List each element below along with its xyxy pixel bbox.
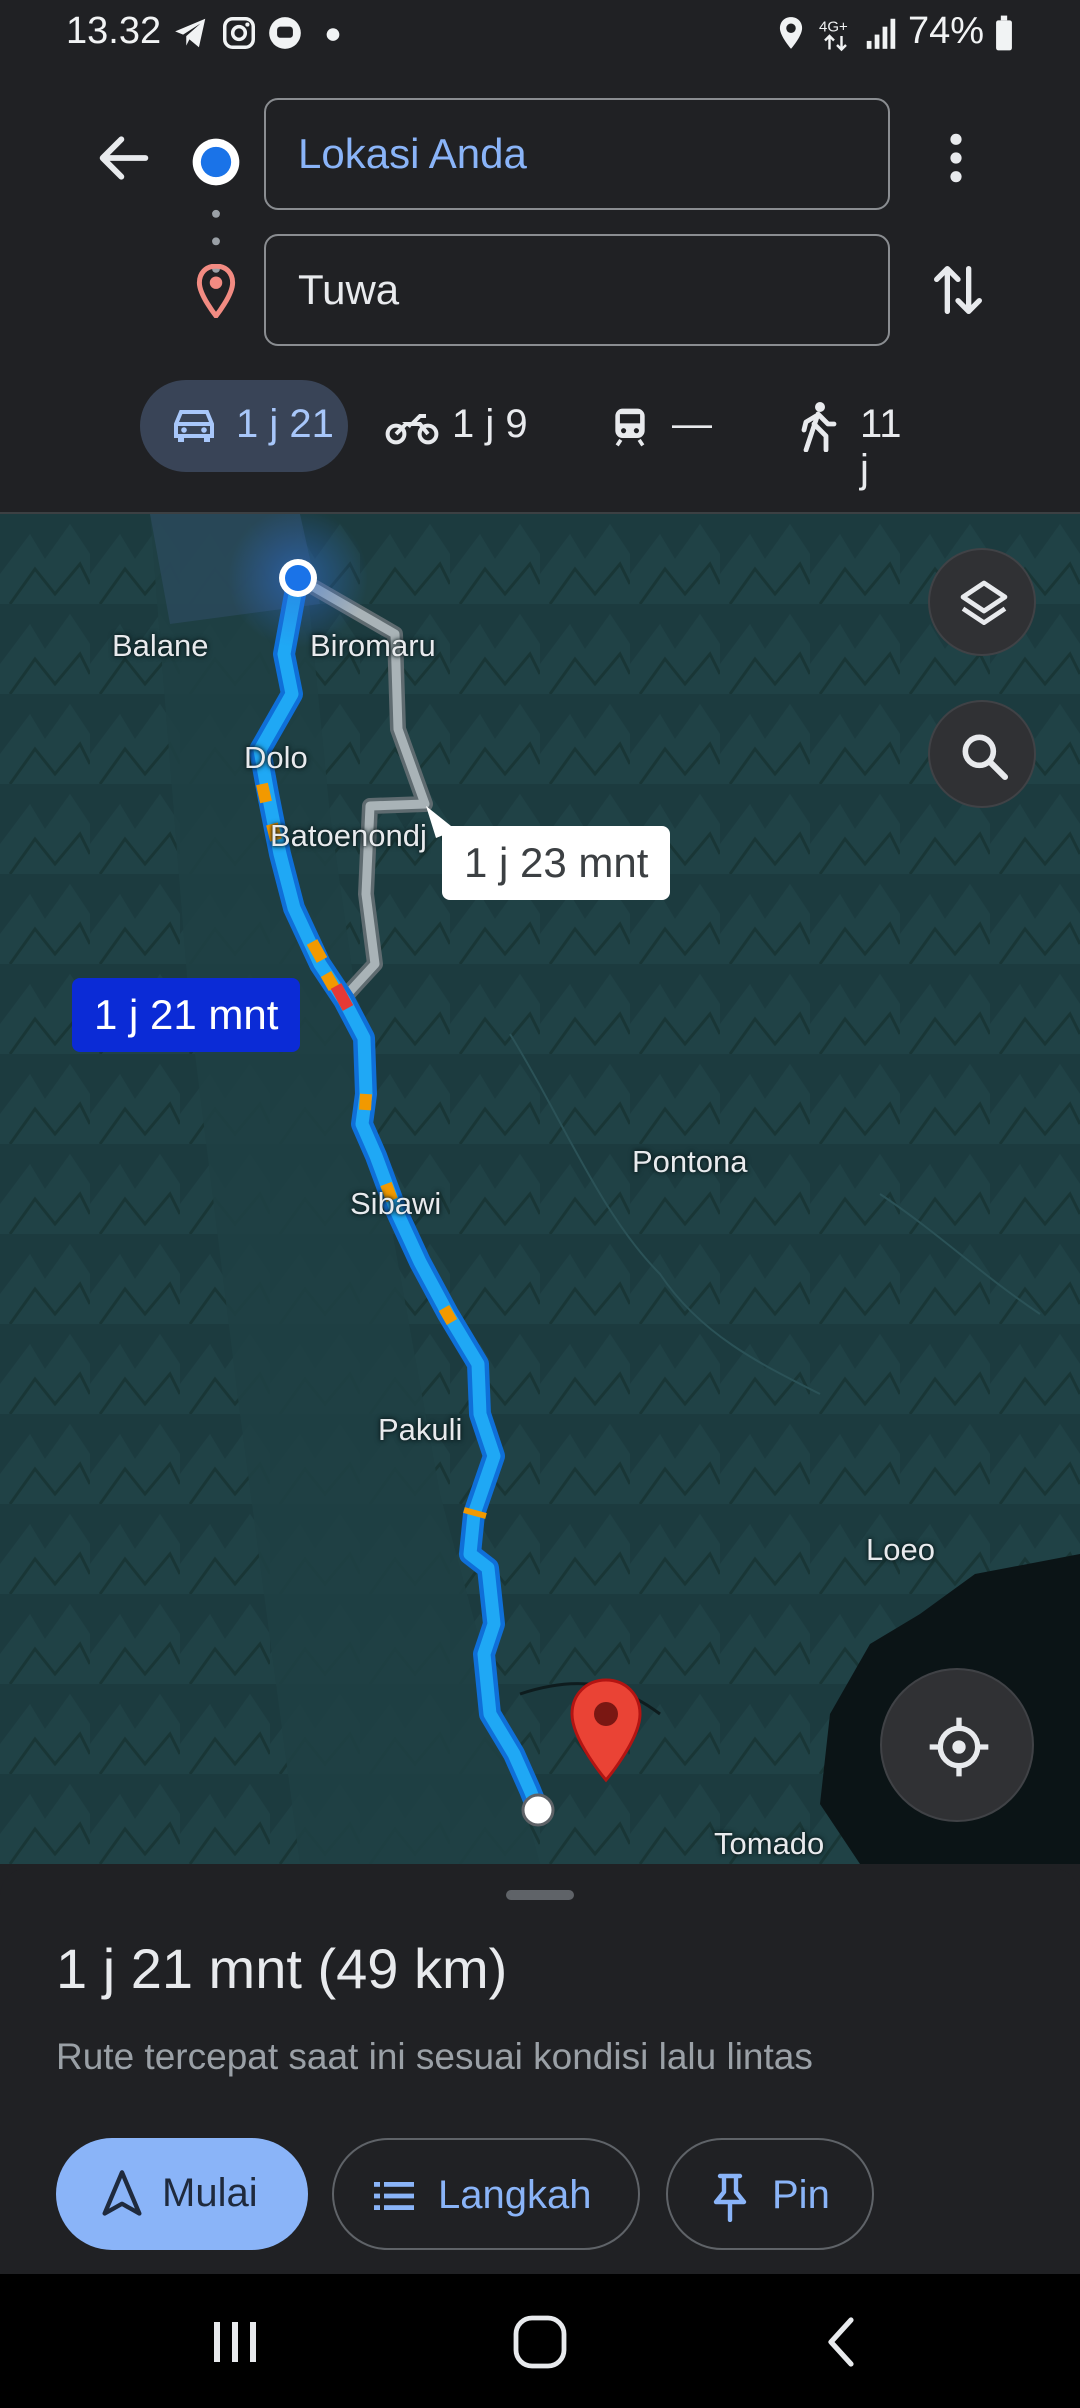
mode-walk-time: 11 j	[860, 402, 902, 491]
crosshair-icon	[929, 1717, 989, 1777]
map-view[interactable]: Balane Biromaru Dolo Batoenondj Pontona …	[0, 514, 1080, 1864]
train-icon	[615, 408, 645, 447]
car-icon	[174, 410, 214, 442]
telegram-icon	[175, 18, 206, 48]
route-summary: 1 j 21 mnt (49 km)	[56, 1937, 508, 2000]
place-label-pontona: Pontona	[632, 1144, 748, 1179]
chat-icon	[269, 17, 301, 49]
destination-input-text: Tuwa	[298, 266, 400, 313]
place-label-balane: Balane	[112, 628, 209, 663]
place-label-batoenondj: Batoenondj	[270, 818, 427, 853]
battery-percentage: 74%	[908, 10, 985, 52]
layers-icon	[960, 580, 1008, 625]
navigation-arrow-icon	[102, 2170, 142, 2216]
mode-motorcycle-time: 1 j 9	[452, 402, 528, 446]
walk-icon	[801, 402, 837, 452]
layers-button[interactable]	[928, 548, 1036, 656]
pin-button-label: Pin	[772, 2173, 830, 2217]
mode-tab-transit[interactable]: —	[604, 380, 724, 472]
sheet-drag-handle[interactable]	[506, 1890, 574, 1900]
back-icon[interactable]	[816, 2314, 866, 2370]
start-button[interactable]: Mulai	[56, 2138, 308, 2250]
destination-pin-icon	[196, 264, 236, 318]
destination-marker-icon[interactable]	[566, 1676, 646, 1784]
4g-data-icon: 4G+	[819, 19, 848, 52]
system-navigation-bar	[0, 2274, 1080, 2408]
place-label-sibawi: Sibawi	[350, 1186, 442, 1221]
mode-tab-car[interactable]: 1 j 21	[140, 380, 348, 472]
status-time: 13.32	[66, 10, 162, 52]
location-icon	[779, 17, 803, 49]
route-callout-main[interactable]: 1 j 21 mnt	[72, 978, 301, 1052]
recent-apps-icon[interactable]	[206, 2314, 266, 2370]
place-label-dolo: Dolo	[244, 740, 308, 775]
place-label-tomado: Tomado	[714, 1826, 825, 1861]
maps-directions-screen: 13.32 4G+ 74% Lokasi Anda Tuwa 1 j 21 1 …	[0, 0, 1080, 2408]
svg-text:4G+: 4G+	[819, 19, 848, 36]
pushpin-icon	[713, 2173, 747, 2222]
battery-icon	[996, 15, 1012, 51]
search-icon	[962, 734, 1009, 781]
place-label-loeo: Loeo	[866, 1532, 935, 1567]
more-options-icon[interactable]	[936, 130, 976, 186]
my-location-button[interactable]	[880, 1668, 1034, 1822]
steps-button[interactable]: Langkah	[332, 2138, 640, 2250]
directions-header: Lokasi Anda Tuwa 1 j 21 1 j 9 — 11 j	[0, 66, 1080, 514]
mode-car-time: 1 j 21	[236, 402, 334, 446]
place-label-pakuli: Pakuli	[378, 1412, 463, 1447]
signal-icon	[866, 18, 896, 49]
back-arrow-icon[interactable]	[92, 126, 156, 190]
instagram-icon	[223, 17, 255, 49]
place-label-biromaru: Biromaru	[310, 628, 436, 663]
dot-icon	[326, 28, 340, 41]
map-search-button[interactable]	[928, 700, 1036, 808]
start-button-label: Mulai	[162, 2171, 258, 2215]
route-bottom-sheet: 1 j 21 mnt (49 km) Rute tercepat saat in…	[0, 1868, 1080, 2274]
origin-input[interactable]: Lokasi Anda	[264, 98, 890, 210]
steps-button-label: Langkah	[438, 2173, 592, 2217]
status-bar: 13.32 4G+ 74%	[0, 0, 1080, 66]
route-note: Rute tercepat saat ini sesuai kondisi la…	[56, 2036, 813, 2077]
swap-directions-icon[interactable]	[926, 258, 990, 322]
mode-tab-motorcycle[interactable]: 1 j 9	[376, 380, 546, 472]
home-icon[interactable]	[510, 2314, 570, 2370]
destination-input[interactable]: Tuwa	[264, 234, 890, 346]
pin-button[interactable]: Pin	[666, 2138, 874, 2250]
motorcycle-icon	[385, 414, 439, 445]
mode-tab-walk[interactable]: 11 j	[790, 380, 920, 491]
map-canvas	[0, 514, 1080, 1864]
route-callout-alt[interactable]: 1 j 23 mnt	[442, 826, 671, 900]
list-icon	[374, 2182, 414, 2210]
mode-transit-time: —	[672, 402, 712, 446]
origin-input-text: Lokasi Anda	[298, 130, 527, 177]
origin-dot-icon	[192, 138, 240, 186]
